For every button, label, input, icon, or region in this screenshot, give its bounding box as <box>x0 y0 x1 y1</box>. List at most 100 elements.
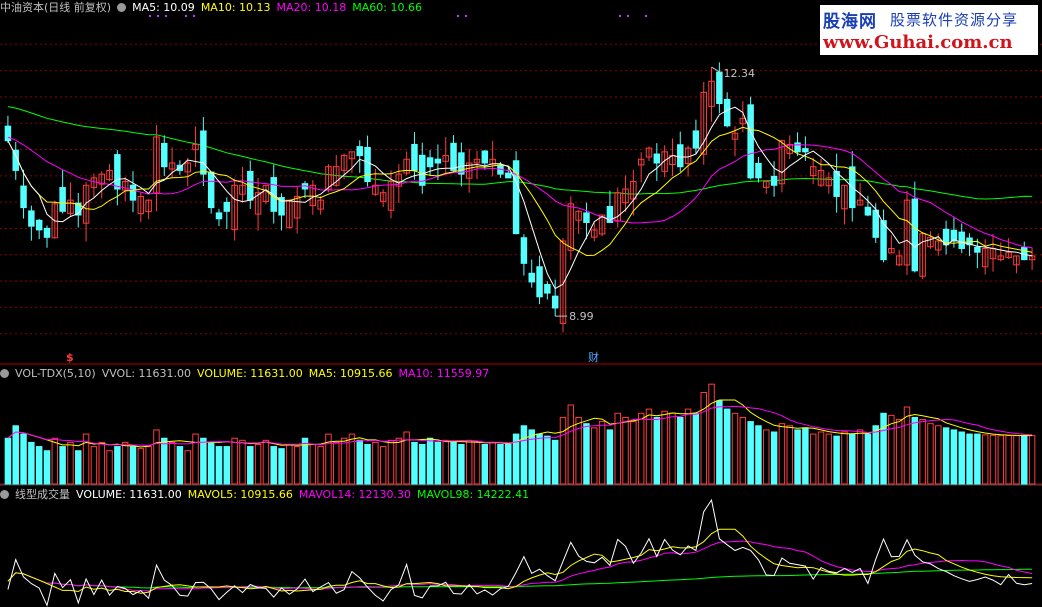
volume-bar <box>434 441 442 485</box>
ma20-readout: MA20: 10.18 <box>276 1 347 14</box>
mavol98-readout: MAVOL98: 14222.41 <box>417 488 530 501</box>
volume-bar <box>888 414 895 485</box>
volume-bar <box>778 423 786 485</box>
volume-bar <box>75 450 82 485</box>
candle-body <box>583 212 590 223</box>
volume-bar <box>59 446 66 485</box>
volume-bar <box>28 441 35 485</box>
volume-bar <box>168 441 176 485</box>
volume-bar <box>419 443 426 485</box>
volume-bar <box>872 425 879 485</box>
volume-bar <box>4 437 12 485</box>
volume-bar <box>966 433 973 485</box>
volume-bar <box>364 443 371 485</box>
volume-bar <box>833 435 840 485</box>
candle-body <box>551 295 559 309</box>
candle-body <box>911 198 919 272</box>
volume-bar <box>669 412 676 485</box>
volume-bar <box>747 421 754 485</box>
line-volume-series <box>7 498 1033 607</box>
watermark-url: www.Guhai.com.cn <box>823 32 1013 53</box>
volume-bar <box>200 437 207 485</box>
candle-body <box>747 104 754 179</box>
volume-bar <box>262 439 270 485</box>
ma60-readout: MA60: 10.66 <box>352 1 422 14</box>
vol-ma10-readout: MA10: 11559.97 <box>398 367 490 380</box>
event-dot <box>164 14 168 18</box>
volume-bar <box>286 443 293 485</box>
candle-body <box>426 157 434 168</box>
volume-bar <box>794 429 801 485</box>
mavol5-readout: MAVOL5: 10915.66 <box>187 488 293 501</box>
watermark-brand: 股海网 <box>823 12 877 32</box>
volume-bar <box>723 408 731 485</box>
candle-body <box>364 146 371 183</box>
candle-body <box>4 125 12 142</box>
candle-body <box>802 148 809 153</box>
volume-bar <box>841 431 848 485</box>
candle-body <box>114 154 121 190</box>
volume-bar <box>239 439 246 485</box>
volume-bar <box>98 441 105 485</box>
settings-icon[interactable] <box>0 369 9 378</box>
candle-body <box>864 206 872 216</box>
candle-body <box>677 144 684 168</box>
candle-body <box>755 162 762 179</box>
volume-bar <box>254 443 262 485</box>
volume-bar <box>692 412 700 485</box>
candle-body <box>716 71 723 105</box>
watermark-slogan: 股票软件资源分享 <box>890 11 1019 29</box>
volume-bar <box>207 441 215 485</box>
candle-body <box>215 212 223 220</box>
lv-indicator-name: 线型成交量 <box>15 488 70 501</box>
volume-bar <box>309 443 317 485</box>
volume-bar <box>356 439 363 485</box>
volume-bar <box>786 425 793 485</box>
volume-bar <box>293 446 301 485</box>
volume-bar <box>583 423 590 485</box>
event-dot <box>644 14 648 18</box>
candle-body <box>794 142 801 153</box>
low-price-label: 8.99 <box>569 310 594 323</box>
volume-bar <box>622 416 629 485</box>
candle-body <box>958 231 965 249</box>
volume-bar <box>1021 434 1028 485</box>
settings-icon[interactable] <box>117 3 127 12</box>
volume-bar <box>645 408 653 485</box>
volume-bar <box>935 425 942 485</box>
line-volume-panel-header: 线型成交量 VOLUME: 11631.00 MAVOL5: 10915.66 MAV… <box>0 487 535 502</box>
volume-bar <box>247 446 254 485</box>
candle-body <box>723 98 731 127</box>
candle-body <box>520 237 528 264</box>
volume-bar <box>700 391 707 485</box>
volume-bar <box>997 435 1005 485</box>
volume-bar <box>637 412 645 485</box>
volume-bar <box>802 427 809 485</box>
volume-bar <box>450 441 457 485</box>
moving-average-lines <box>7 106 1033 290</box>
high-price-label: 12.34 <box>724 67 756 80</box>
guhai-watermark: 股海网 股票软件资源分享 www.Guhai.com.cn <box>820 5 1038 55</box>
volume-bar <box>411 441 418 485</box>
volume-bar <box>895 419 903 485</box>
volume-bar <box>137 448 145 485</box>
event-dot <box>184 14 188 18</box>
candle-body <box>770 175 778 186</box>
volume-bar <box>129 446 137 485</box>
candle-body <box>43 227 51 238</box>
volume-bar <box>763 429 770 485</box>
candle-body <box>223 201 231 212</box>
volume-bar <box>333 441 340 485</box>
volume-bar <box>708 383 715 485</box>
volume-bar <box>426 437 434 485</box>
settings-icon[interactable] <box>0 490 9 499</box>
volume-bar <box>231 437 238 485</box>
candle-body <box>161 142 168 168</box>
volume-bar <box>505 443 512 485</box>
volume-bar <box>51 437 59 485</box>
volume-bar <box>559 416 567 485</box>
volume-bar <box>442 439 449 485</box>
volume-bar <box>739 416 747 485</box>
volume-bar <box>497 443 504 485</box>
candle-body <box>207 171 215 209</box>
